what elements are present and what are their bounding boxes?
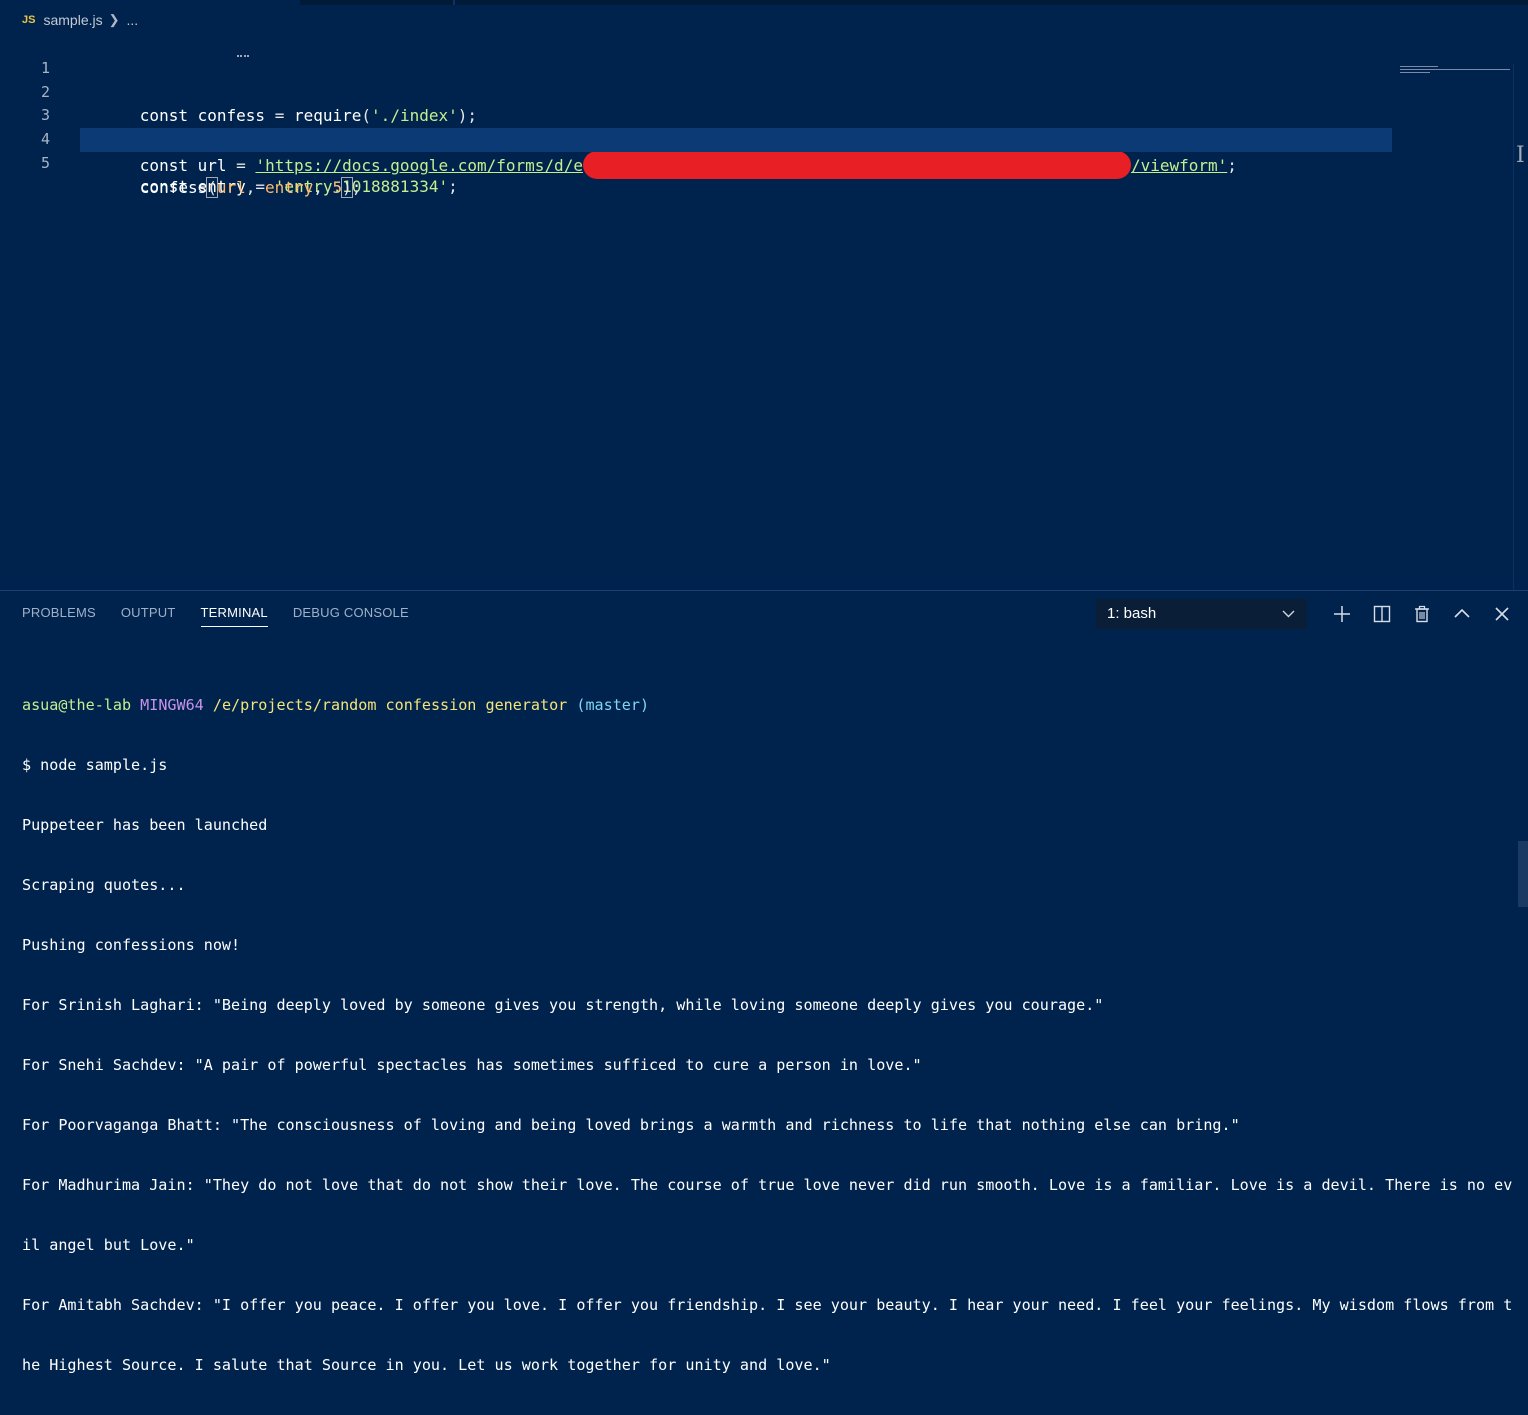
split-terminal-button[interactable] xyxy=(1362,601,1402,627)
bottom-panel: PROBLEMS OUTPUT TERMINAL DEBUG CONSOLE 1… xyxy=(0,590,1528,1374)
terminal-line: Scraping quotes... xyxy=(22,876,186,894)
tab-output[interactable]: OUTPUT xyxy=(121,605,176,627)
argument: url xyxy=(216,178,246,197)
javascript-file-icon: JS xyxy=(22,14,36,26)
terminal-line: For Amitabh Sachdev: "I offer you peace.… xyxy=(22,1296,1513,1314)
active-tab-strip[interactable] xyxy=(0,0,300,5)
line-end: ; xyxy=(448,177,458,196)
terminal-prompt: asua@the-lab MINGW64 /e/projects/random … xyxy=(22,695,1508,715)
function-name: confess xyxy=(139,178,208,197)
line-number: 5 xyxy=(40,154,50,172)
prompt-host: MINGW64 xyxy=(140,696,204,714)
code-editor[interactable]: I 1 const confess = require('./index'); … xyxy=(0,32,1525,622)
code-line-1: 1 const confess = require('./index'); xyxy=(0,32,1400,125)
panel-tabs: PROBLEMS OUTPUT TERMINAL DEBUG CONSOLE xyxy=(22,605,409,627)
trash-icon xyxy=(1415,605,1429,623)
line-end: ; xyxy=(351,178,362,197)
panel-actions xyxy=(1322,601,1522,627)
breadcrumb: JS sample.js ❯ ... xyxy=(22,10,138,30)
split-icon xyxy=(1373,605,1391,623)
terminal-line: il angel but Love." xyxy=(22,1236,195,1254)
tab-terminal[interactable]: TERMINAL xyxy=(200,605,268,627)
editor-scrollbar[interactable] xyxy=(1513,64,1514,622)
redaction-mark xyxy=(582,151,1131,179)
chevron-right-icon: ❯ xyxy=(108,12,120,27)
chevron-down-icon xyxy=(1282,599,1295,640)
terminal-line: Puppeteer has been launched xyxy=(22,816,268,834)
text-cursor-icon: I xyxy=(1516,143,1525,168)
tab-problems[interactable]: PROBLEMS xyxy=(22,605,96,627)
tab-debug-console[interactable]: DEBUG CONSOLE xyxy=(293,605,409,627)
prompt-branch: (master) xyxy=(576,696,650,714)
chevron-up-icon xyxy=(1454,608,1470,618)
code-line-4: 4 const entry = 'entry.1018881334'; xyxy=(0,103,1400,196)
terminal-select-value: 1: bash xyxy=(1107,605,1157,622)
close-panel-button[interactable] xyxy=(1482,601,1522,627)
terminal-line: he Highest Source. I salute that Source … xyxy=(22,1356,831,1374)
terminal-line: For Snehi Sachdev: "A pair of powerful s… xyxy=(22,1056,922,1074)
terminal-line: For Srinish Laghari: "Being deeply loved… xyxy=(22,996,1104,1014)
maximize-panel-button[interactable] xyxy=(1442,601,1482,627)
close-icon xyxy=(1495,607,1509,621)
kill-terminal-button[interactable] xyxy=(1402,601,1442,627)
argument: entry xyxy=(265,178,314,197)
terminal-line: $ node sample.js xyxy=(22,756,168,774)
new-terminal-button[interactable] xyxy=(1322,601,1362,627)
number-literal: 5 xyxy=(332,178,343,197)
terminal-scrollbar[interactable] xyxy=(1518,841,1528,907)
terminal-output[interactable]: asua@the-lab MINGW64 /e/projects/random … xyxy=(22,655,1513,1415)
breadcrumb-more[interactable]: ... xyxy=(127,12,139,28)
terminal-line: For Madhurima Jain: "They do not love th… xyxy=(22,1176,1513,1194)
prompt-user: asua@the-lab xyxy=(22,696,132,714)
code-line-3: 3 const url = 'https://docs.google.com/f… xyxy=(0,79,1400,179)
tab-strip xyxy=(0,0,1528,5)
minimap[interactable] xyxy=(1400,66,1512,78)
terminal-line: For Poorvaganga Bhatt: "The consciousnes… xyxy=(22,1116,1240,1134)
terminal-select[interactable]: 1: bash xyxy=(1096,599,1307,629)
breadcrumb-file[interactable]: sample.js xyxy=(43,12,102,28)
url-string-end[interactable]: /viewform' xyxy=(1131,156,1227,175)
current-line-highlight: confess(url, entry, 5); xyxy=(80,128,1392,198)
tab-separator xyxy=(453,0,455,5)
code-line-2: 2 xyxy=(0,56,1400,101)
line-end: ; xyxy=(1227,156,1237,175)
terminal-line: Pushing confessions now! xyxy=(22,936,241,954)
plus-icon xyxy=(1334,606,1350,622)
prompt-path: /e/projects/random confession generator xyxy=(212,696,568,714)
